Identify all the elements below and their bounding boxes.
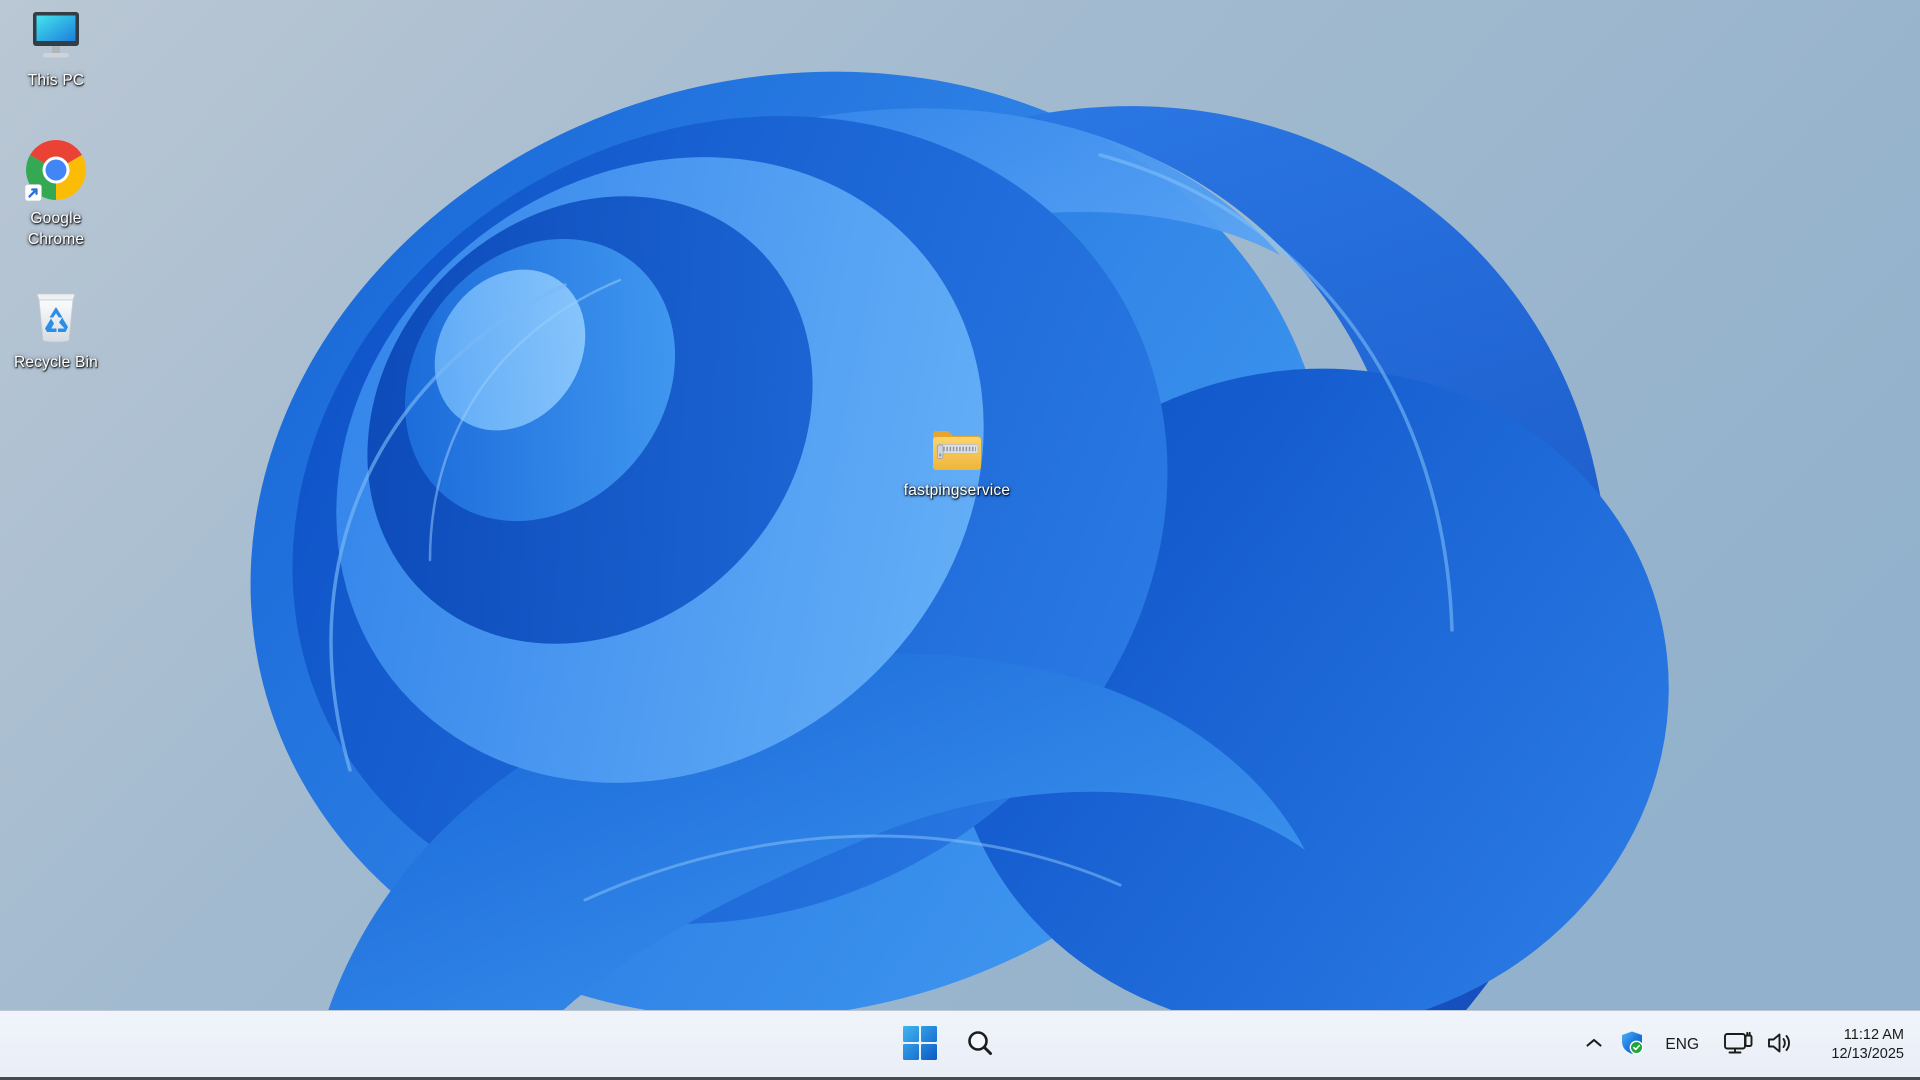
desktop-screen: This PC Google Chrome Recycle Bin fastpi… bbox=[0, 0, 1920, 1080]
recycle-bin-icon bbox=[28, 286, 84, 346]
desktop-shortcut-label: Recycle Bin bbox=[13, 354, 99, 371]
chevron-up-icon bbox=[1585, 1037, 1603, 1052]
desktop-shortcut-label: This PC bbox=[27, 72, 85, 89]
taskbar-center-buttons bbox=[897, 1011, 1003, 1078]
desktop-item-fastpingservice[interactable]: fastpingservice bbox=[901, 424, 1013, 501]
language-indicator[interactable]: ENG bbox=[1655, 1021, 1709, 1069]
desktop-shortcut-google-chrome[interactable]: Google Chrome bbox=[8, 138, 104, 251]
google-chrome-icon bbox=[24, 138, 88, 202]
network-volume-button[interactable] bbox=[1713, 1021, 1804, 1069]
windows-security-shield-icon bbox=[1619, 1030, 1645, 1059]
clock-date: 12/13/2025 bbox=[1831, 1045, 1904, 1062]
language-label: ENG bbox=[1665, 1035, 1699, 1053]
this-pc-monitor-icon bbox=[27, 10, 85, 64]
wallpaper-windows-bloom bbox=[0, 0, 1920, 1080]
desktop-shortcut-this-pc[interactable]: This PC bbox=[8, 10, 104, 91]
desktop-item-label: fastpingservice bbox=[903, 482, 1011, 499]
search-button[interactable] bbox=[957, 1020, 1003, 1070]
desktop-shortcut-recycle-bin[interactable]: Recycle Bin bbox=[8, 286, 104, 373]
taskbar: ENG 11:12 AM 12/13/2025 bbox=[0, 1010, 1920, 1080]
wired-network-icon bbox=[1723, 1030, 1754, 1059]
start-button[interactable] bbox=[897, 1020, 943, 1070]
windows-start-icon bbox=[902, 1025, 938, 1064]
speaker-icon bbox=[1766, 1031, 1794, 1058]
tray-hidden-icons-button[interactable] bbox=[1579, 1021, 1609, 1069]
clock[interactable]: 11:12 AM 12/13/2025 bbox=[1808, 1021, 1912, 1069]
system-tray: ENG 11:12 AM 12/13/2025 bbox=[1579, 1011, 1912, 1078]
clock-time: 11:12 AM bbox=[1843, 1026, 1904, 1043]
zipped-folder-icon bbox=[928, 424, 986, 474]
search-icon bbox=[965, 1028, 995, 1061]
desktop-shortcut-label: Google Chrome bbox=[27, 210, 85, 249]
windows-security-button[interactable] bbox=[1613, 1021, 1651, 1069]
